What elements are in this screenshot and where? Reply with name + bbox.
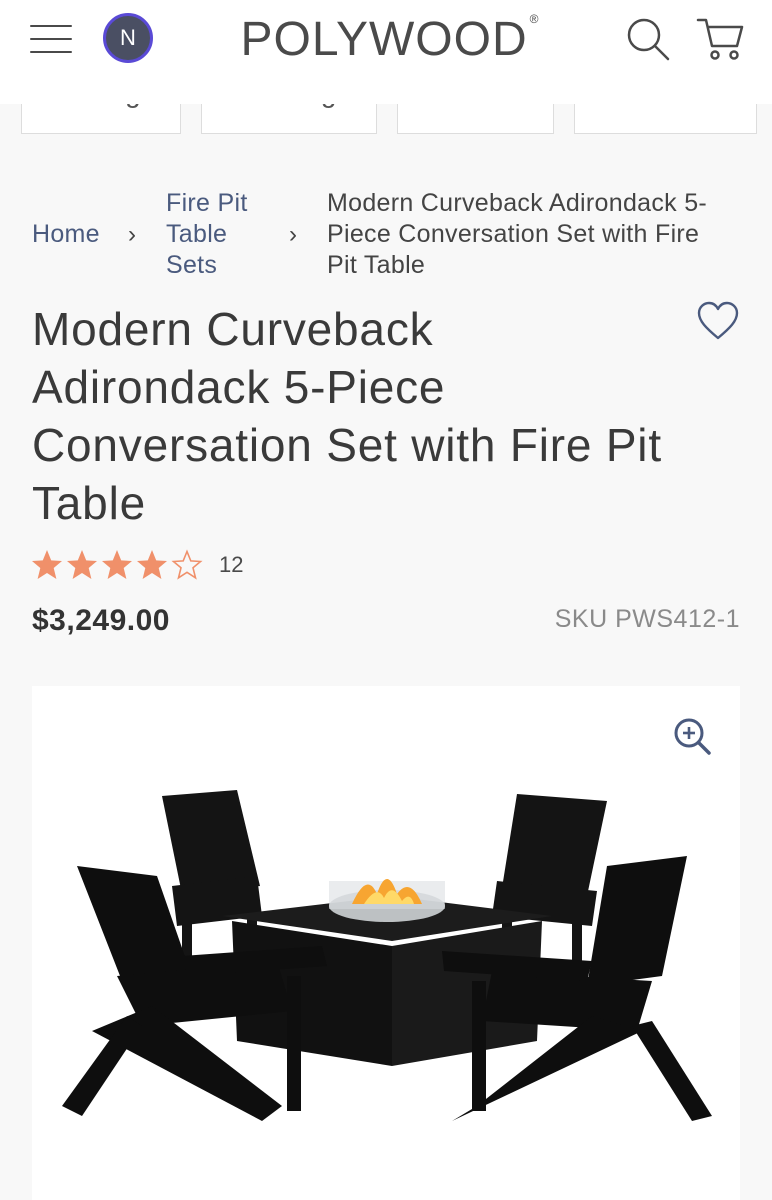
chevron-right-icon: › <box>128 221 137 248</box>
cart-icon[interactable] <box>695 14 745 62</box>
logo-registered-mark: ® <box>529 12 540 26</box>
breadcrumb-current: Modern Curveback Adirondack 5-Piece Conv… <box>327 189 708 279</box>
wishlist-heart-icon[interactable] <box>696 300 740 342</box>
product-price: $3,249.00 <box>32 604 170 637</box>
product-title: Modern Curveback Adirondack 5-Piece Conv… <box>32 303 662 529</box>
account-avatar[interactable]: N <box>103 13 153 63</box>
logo-text: POLYWOOD <box>240 13 528 66</box>
chevron-right-icon: › <box>289 221 298 248</box>
product-rating[interactable]: 12 <box>30 548 243 582</box>
product-image-card[interactable] <box>32 686 740 1200</box>
menu-icon[interactable] <box>30 25 72 53</box>
star-empty-icon <box>171 549 203 580</box>
star-filled-icon <box>32 550 62 579</box>
breadcrumb-home-link[interactable]: Home <box>32 219 100 250</box>
zoom-in-icon[interactable] <box>672 716 712 756</box>
avatar-initial: N <box>120 25 136 50</box>
star-filled-icon <box>67 550 97 579</box>
product-image <box>62 790 712 1121</box>
star-filled-icon <box>102 550 132 579</box>
search-icon[interactable] <box>625 16 671 62</box>
site-logo[interactable]: POLYWOOD ® <box>230 12 550 67</box>
breadcrumb-category-link[interactable]: Fire Pit Table Sets <box>166 188 266 281</box>
star-filled-icon <box>137 550 167 579</box>
site-header: N POLYWOOD ® <box>0 0 772 104</box>
review-count[interactable]: 12 <box>219 552 243 578</box>
product-sku: SKU PWS412-1 <box>554 605 740 633</box>
